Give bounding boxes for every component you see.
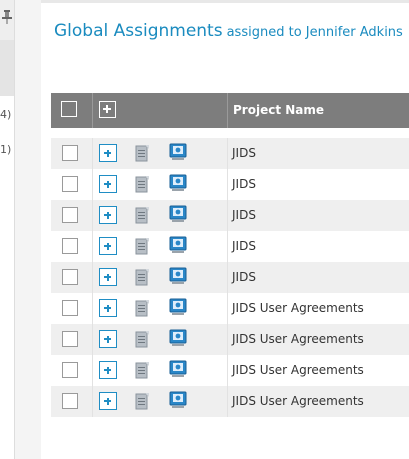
budget-icon[interactable] — [169, 298, 187, 317]
table-row[interactable]: JIDS — [51, 231, 409, 262]
left-panel: 4) 1) — [0, 0, 14, 459]
expand-all-icon[interactable] — [99, 101, 116, 118]
table-row[interactable]: JIDS — [51, 262, 409, 293]
expand-icon[interactable] — [99, 237, 117, 255]
pin-icon[interactable] — [2, 10, 12, 24]
document-icon[interactable] — [134, 144, 150, 162]
left-panel-count: 4) — [0, 108, 12, 121]
table-row[interactable]: JIDS — [51, 169, 409, 200]
document-icon[interactable] — [134, 206, 150, 224]
table-row[interactable]: JIDS User Agreements — [51, 293, 409, 324]
top-border — [41, 0, 409, 3]
budget-icon[interactable] — [169, 205, 187, 224]
panel-splitter[interactable] — [14, 0, 42, 459]
expand-icon[interactable] — [99, 268, 117, 286]
project-name-cell[interactable]: JIDS User Agreements — [232, 332, 364, 346]
project-name-cell[interactable]: JIDS User Agreements — [232, 301, 364, 315]
left-panel-selected-item[interactable] — [0, 40, 14, 96]
row-checkbox[interactable] — [62, 207, 78, 223]
document-icon[interactable] — [134, 299, 150, 317]
table-row[interactable]: JIDS User Agreements — [51, 324, 409, 355]
budget-icon[interactable] — [169, 329, 187, 348]
column-divider — [92, 93, 93, 128]
expand-icon[interactable] — [99, 361, 117, 379]
document-icon[interactable] — [134, 268, 150, 286]
budget-icon[interactable] — [169, 174, 187, 193]
table-body: JIDS JIDS JIDS JIDS JIDS JIDS User Agree… — [51, 138, 409, 417]
project-name-cell[interactable]: JIDS — [232, 177, 256, 191]
row-checkbox[interactable] — [62, 393, 78, 409]
row-checkbox[interactable] — [62, 145, 78, 161]
row-checkbox[interactable] — [62, 176, 78, 192]
row-checkbox[interactable] — [62, 269, 78, 285]
row-checkbox[interactable] — [62, 238, 78, 254]
expand-icon[interactable] — [99, 299, 117, 317]
table-row[interactable]: JIDS — [51, 138, 409, 169]
budget-icon[interactable] — [169, 391, 187, 410]
assignee-selector[interactable]: assigned to Jennifer Adkins — [227, 25, 403, 40]
table-row[interactable]: JIDS User Agreements — [51, 355, 409, 386]
expand-icon[interactable] — [99, 175, 117, 193]
project-name-cell[interactable]: JIDS — [232, 239, 256, 253]
budget-icon[interactable] — [169, 143, 187, 162]
budget-icon[interactable] — [169, 360, 187, 379]
table-row[interactable]: JIDS — [51, 200, 409, 231]
project-name-cell[interactable]: JIDS — [232, 208, 256, 222]
project-name-cell[interactable]: JIDS — [232, 270, 256, 284]
document-icon[interactable] — [134, 361, 150, 379]
row-checkbox[interactable] — [62, 362, 78, 378]
row-checkbox[interactable] — [62, 331, 78, 347]
table-header: Project Name — [51, 93, 409, 128]
budget-icon[interactable] — [169, 236, 187, 255]
document-icon[interactable] — [134, 237, 150, 255]
column-divider — [227, 93, 228, 128]
budget-icon[interactable] — [169, 267, 187, 286]
document-icon[interactable] — [134, 330, 150, 348]
expand-icon[interactable] — [99, 144, 117, 162]
document-icon[interactable] — [134, 392, 150, 410]
row-checkbox[interactable] — [62, 300, 78, 316]
assignments-table: Project Name JIDS JIDS JIDS JIDS JIDS JI… — [51, 93, 409, 417]
expand-icon[interactable] — [99, 206, 117, 224]
expand-icon[interactable] — [99, 392, 117, 410]
project-name-cell[interactable]: JIDS User Agreements — [232, 363, 364, 377]
page-header: Global Assignments assigned to Jennifer A… — [54, 21, 409, 41]
project-name-cell[interactable]: JIDS User Agreements — [232, 394, 364, 408]
table-row[interactable]: JIDS User Agreements — [51, 386, 409, 417]
left-panel-count: 1) — [0, 143, 12, 156]
select-all-checkbox[interactable] — [61, 101, 77, 117]
project-name-cell[interactable]: JIDS — [232, 146, 256, 160]
expand-icon[interactable] — [99, 330, 117, 348]
main-content: Global Assignments assigned to Jennifer A… — [41, 0, 409, 459]
column-header-project-name[interactable]: Project Name — [233, 103, 324, 117]
document-icon[interactable] — [134, 175, 150, 193]
left-panel-header — [0, 0, 14, 40]
page-title: Global Assignments — [54, 21, 223, 41]
